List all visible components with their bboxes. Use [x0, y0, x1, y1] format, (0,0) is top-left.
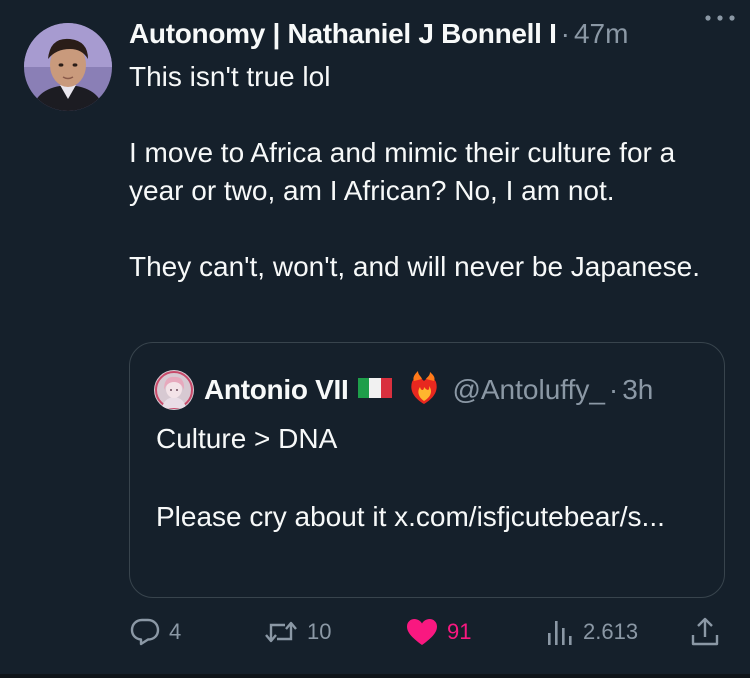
- quoted-timestamp[interactable]: 3h: [622, 374, 653, 406]
- italy-flag-icon: [358, 376, 393, 405]
- retweet-count: 10: [307, 619, 332, 644]
- reply-count: 4: [169, 619, 182, 644]
- share-button[interactable]: [689, 612, 721, 652]
- divider: [0, 674, 750, 678]
- views-icon: [545, 617, 575, 647]
- quoted-avatar[interactable]: [154, 370, 194, 410]
- avatar[interactable]: [24, 23, 112, 111]
- quoted-text: Culture > DNA Please cry about it x.com/…: [156, 423, 665, 532]
- tweet-content: Autonomy | Nathaniel J Bonnell I · 47m T…: [129, 18, 729, 286]
- tweet-text: This isn't true lol I move to Africa and…: [129, 61, 701, 282]
- tweet-header: Autonomy | Nathaniel J Bonnell I · 47m: [129, 18, 729, 58]
- reply-icon: [129, 617, 161, 647]
- tweet[interactable]: Autonomy | Nathaniel J Bonnell I · 47m T…: [0, 0, 750, 678]
- reply-button[interactable]: 4: [129, 612, 181, 652]
- quoted-author-name[interactable]: Antonio VII: [204, 374, 349, 406]
- views-count: 2.613: [583, 619, 639, 644]
- retweet-icon: [263, 618, 299, 646]
- separator-dot: ·: [560, 18, 570, 49]
- like-count: 91: [447, 619, 472, 644]
- action-bar: 4 10 91 2.613: [129, 612, 725, 652]
- author-name[interactable]: Autonomy | Nathaniel J Bonnell I: [129, 18, 557, 50]
- views-button[interactable]: 2.613: [545, 612, 638, 652]
- heart-icon: [405, 617, 439, 647]
- share-icon: [689, 616, 721, 648]
- like-button[interactable]: 91: [405, 612, 471, 652]
- more-icon[interactable]: [702, 8, 738, 28]
- retweet-button[interactable]: 10: [263, 612, 331, 652]
- quoted-separator-dot: ·: [608, 374, 619, 405]
- quoted-tweet[interactable]: Antonio VII @Antoluffy_ · 3h Culture > D…: [129, 342, 725, 598]
- heart-on-fire-icon: [408, 370, 440, 410]
- timestamp[interactable]: 47m: [574, 18, 628, 50]
- quoted-header: Antonio VII @Antoluffy_ · 3h: [204, 369, 653, 411]
- quoted-handle[interactable]: @Antoluffy_: [452, 374, 604, 406]
